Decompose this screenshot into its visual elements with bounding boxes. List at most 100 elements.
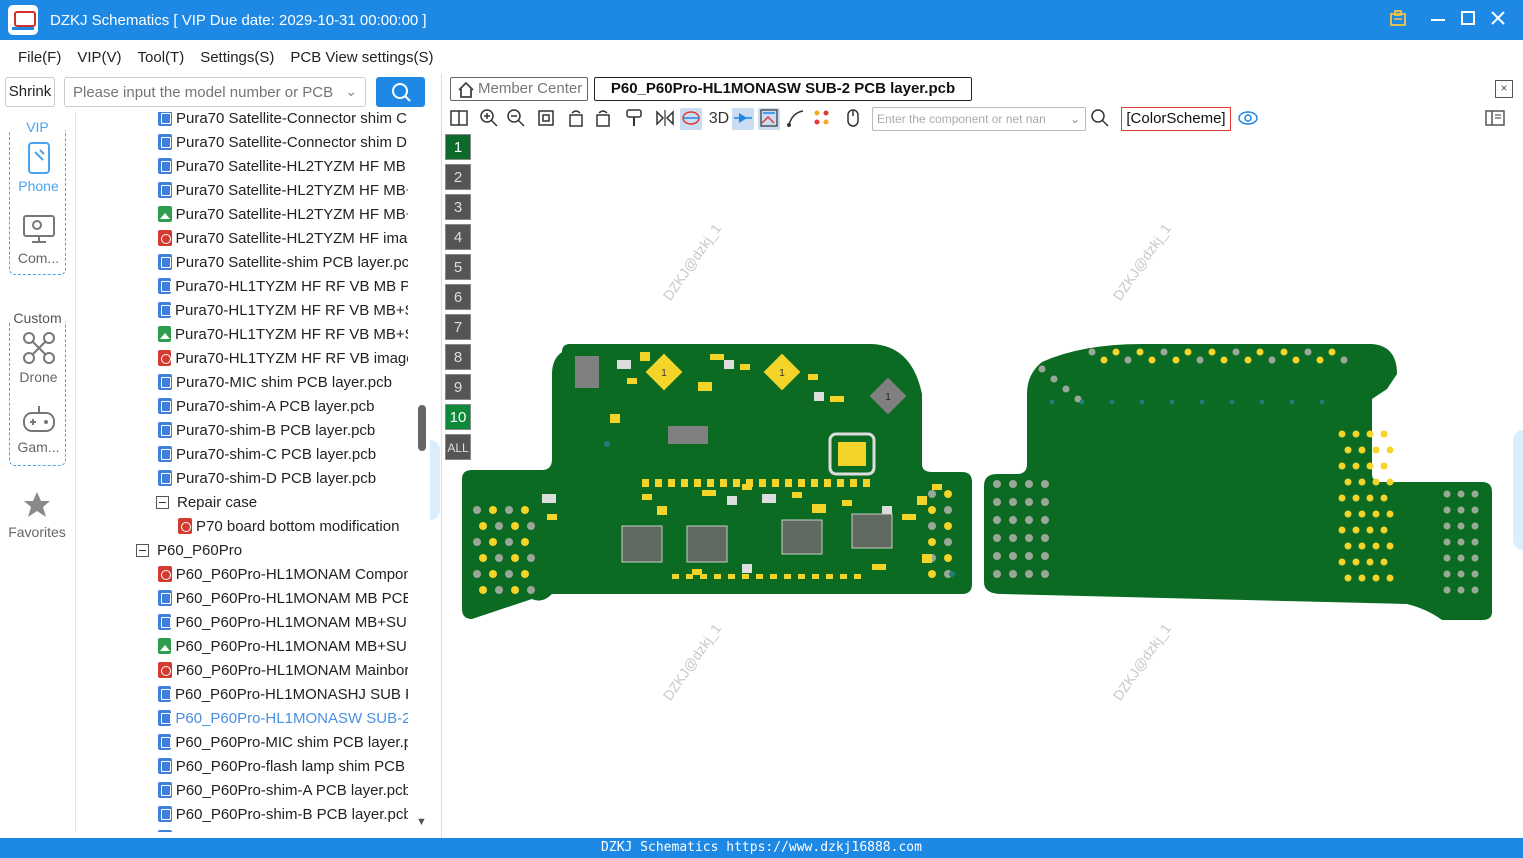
component-dots-icon[interactable] xyxy=(811,108,833,130)
zoom-out-icon[interactable] xyxy=(505,108,527,130)
layer-button[interactable]: 7 xyxy=(445,314,471,340)
pcb-component[interactable] xyxy=(851,513,893,549)
tree-item[interactable]: Pura70-shim-A PCB layer.pcb xyxy=(158,394,408,418)
tree-item[interactable]: P60_P60Pro-HL1MONASHJ SUB PC xyxy=(158,682,408,706)
menu-pcb-view-settings[interactable]: PCB View settings(S) xyxy=(290,49,433,66)
member-center-tab[interactable]: Member Center xyxy=(450,77,588,101)
search-icon[interactable] xyxy=(1089,108,1111,130)
layer-button[interactable]: 2 xyxy=(445,164,471,190)
tree-item[interactable]: P60_P60Pro-HL1MONAM MB+SUE xyxy=(158,610,408,634)
mouse-mode-icon[interactable] xyxy=(842,108,864,130)
layer-button[interactable]: 4 xyxy=(445,224,471,250)
layer-button[interactable]: 1 xyxy=(445,134,471,160)
component-search-input[interactable]: Enter the component or net nan ⌄ xyxy=(872,107,1086,131)
open-file-tab[interactable]: P60_P60Pro-HL1MONASW SUB-2 PCB layer.pcb xyxy=(594,77,972,101)
layer-button[interactable]: 5 xyxy=(445,254,471,280)
tree-item[interactable]: Pura70-shim-B PCB layer.pcb xyxy=(158,418,408,442)
probe-icon[interactable] xyxy=(623,108,645,130)
layer-button[interactable]: ALL xyxy=(445,434,471,460)
layer-button[interactable]: 3 xyxy=(445,194,471,220)
tree-item[interactable]: Pura70 Satellite-HL2TYZM HF MB I xyxy=(158,154,408,178)
tree-item[interactable]: Pura70 Satellite-Connector shim C xyxy=(158,112,408,130)
menu-tool[interactable]: Tool(T) xyxy=(138,49,185,66)
tree-item[interactable]: P70 board bottom modification xyxy=(178,514,408,538)
split-view-icon[interactable] xyxy=(448,108,470,130)
tree-item[interactable]: P60_P60Pro-HL1MONAM MB PCB xyxy=(158,586,408,610)
side-panel-toggle-icon[interactable] xyxy=(1484,108,1506,130)
menu-vip[interactable]: VIP(V) xyxy=(77,49,121,66)
tree-item[interactable]: Pura70-HL1TYZM HF RF VB image. xyxy=(158,346,408,370)
pcb-board-render[interactable]: 1 1 1 xyxy=(442,134,1523,838)
pcb-component[interactable] xyxy=(668,426,708,444)
layer-button[interactable]: 6 xyxy=(445,284,471,310)
color-scheme-button[interactable]: [ColorScheme] xyxy=(1121,107,1231,131)
tree-item[interactable]: Pura70-HL1TYZM HF RF VB MB PC xyxy=(158,274,408,298)
pcb-component[interactable] xyxy=(686,525,728,563)
tree-item[interactable]: P60_P60Pro xyxy=(136,538,408,562)
tree-item[interactable]: P60_P60Pro-HL1MONASW SUB-2 I xyxy=(158,706,408,730)
mirror-icon[interactable] xyxy=(654,108,676,130)
restore-icon[interactable] xyxy=(1386,8,1410,32)
category-computer[interactable]: Com... xyxy=(10,214,67,266)
test-pad xyxy=(1443,586,1451,594)
collapse-icon[interactable] xyxy=(136,543,149,557)
menu-file[interactable]: File(F) xyxy=(18,49,61,66)
chevron-down-icon[interactable]: ⌄ xyxy=(345,83,357,100)
rotate-right-icon[interactable] xyxy=(592,108,614,130)
category-game[interactable]: Gam... xyxy=(10,403,67,455)
favorites-button[interactable]: Favorites xyxy=(4,490,70,540)
maximize-icon[interactable] xyxy=(1456,8,1480,32)
draw-line-icon[interactable] xyxy=(785,108,807,130)
tree-item[interactable]: P60_P60Pro-shim-C PCB layer.pcb xyxy=(158,826,408,832)
layer-button[interactable]: 9 xyxy=(445,374,471,400)
close-tab-icon[interactable]: × xyxy=(1495,80,1513,98)
highlight-net-icon[interactable] xyxy=(680,108,702,130)
layer-button[interactable]: 10 xyxy=(445,404,471,430)
menu-settings[interactable]: Settings(S) xyxy=(200,49,274,66)
show-traces-icon[interactable] xyxy=(758,108,780,130)
tree-item[interactable]: P60_P60Pro-HL1MONAM Compon xyxy=(158,562,408,586)
tree-item[interactable]: Pura70-shim-C PCB layer.pcb xyxy=(158,442,408,466)
shrink-button[interactable]: Shrink xyxy=(5,77,55,107)
rotate-left-icon[interactable] xyxy=(565,108,587,130)
tree-item[interactable]: Pura70 Satellite-shim PCB layer.pcl xyxy=(158,250,408,274)
tree-item[interactable]: P60_P60Pro-shim-B PCB layer.pcb xyxy=(158,802,408,826)
tree-item[interactable]: P60_P60Pro-HL1MONAM MB+SUE xyxy=(158,634,408,658)
collapse-icon[interactable] xyxy=(156,495,169,509)
tree-item[interactable]: Pura70-HL1TYZM HF RF VB MB+SU xyxy=(158,322,408,346)
tree-item[interactable]: P60_P60Pro-flash lamp shim PCB l xyxy=(158,754,408,778)
tree-scrollbar-thumb[interactable] xyxy=(418,405,426,451)
scroll-down-arrow-icon[interactable]: ▼ xyxy=(416,816,427,828)
minimize-icon[interactable] xyxy=(1426,8,1450,32)
tree-item[interactable]: P60_P60Pro-HL1MONAM Mainbor xyxy=(158,658,408,682)
layer-button[interactable]: 8 xyxy=(445,344,471,370)
chevron-down-icon[interactable]: ⌄ xyxy=(1070,108,1080,130)
pcb-canvas[interactable]: DZKJ@dzkj_1 DZKJ@dzkj_1 DZKJ@dzkj_1 DZKJ… xyxy=(442,134,1523,838)
tree-item[interactable]: Pura70 Satellite-HL2TYZM HF MB+ xyxy=(158,178,408,202)
pcb-component[interactable] xyxy=(781,519,823,555)
pcb-component[interactable] xyxy=(621,525,663,563)
tree-item[interactable]: P60_P60Pro-MIC shim PCB layer.pc xyxy=(158,730,408,754)
close-icon[interactable] xyxy=(1486,8,1510,32)
view-3d-button[interactable]: 3D xyxy=(706,108,732,130)
pcb-component[interactable] xyxy=(575,356,599,388)
show-pins-icon[interactable] xyxy=(732,108,754,130)
tree-item[interactable]: Repair case xyxy=(156,490,408,514)
fit-view-icon[interactable] xyxy=(535,108,557,130)
tree-item[interactable]: Pura70-shim-D PCB layer.pcb xyxy=(158,466,408,490)
zoom-in-icon[interactable] xyxy=(478,108,500,130)
search-button[interactable] xyxy=(376,77,425,107)
tree-item[interactable]: P60_P60Pro-shim-A PCB layer.pcb xyxy=(158,778,408,802)
visibility-eye-icon[interactable] xyxy=(1237,108,1259,130)
tree-item[interactable]: Pura70 Satellite-Connector shim D xyxy=(158,130,408,154)
tree-item[interactable]: Pura70 Satellite-HL2TYZM HF MB+ xyxy=(158,202,408,226)
tree-item[interactable]: Pura70-HL1TYZM HF RF VB MB+SU xyxy=(158,298,408,322)
model-search-input[interactable] xyxy=(73,78,343,106)
tree-item[interactable]: Pura70-MIC shim PCB layer.pcb xyxy=(158,370,408,394)
pcb-component[interactable] xyxy=(838,442,866,466)
category-phone[interactable]: Phone xyxy=(10,142,67,194)
right-panel-handle[interactable] xyxy=(1513,430,1523,550)
category-drone[interactable]: Drone xyxy=(10,331,67,385)
panel-splitter[interactable] xyxy=(430,440,440,520)
tree-item[interactable]: Pura70 Satellite-HL2TYZM HF imag xyxy=(158,226,408,250)
